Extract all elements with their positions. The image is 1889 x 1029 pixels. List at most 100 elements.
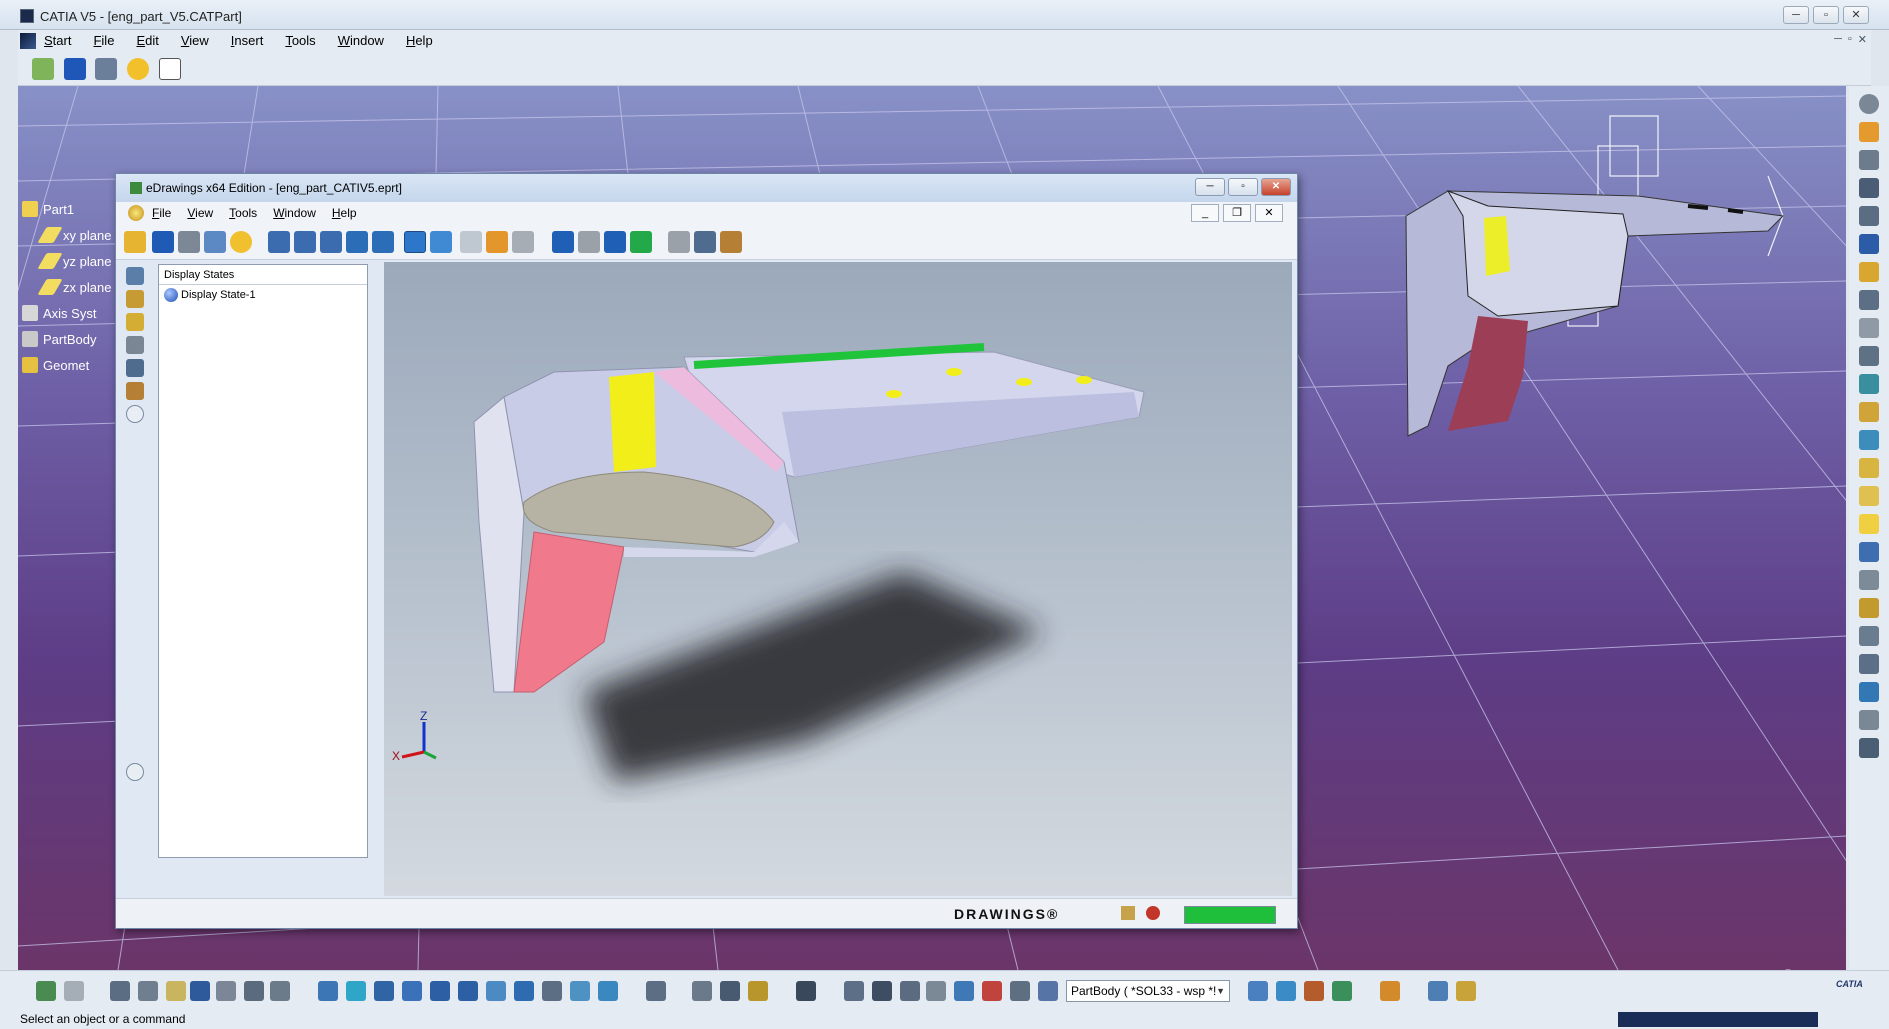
catia-part-model[interactable] (1388, 106, 1808, 446)
surface-icon[interactable] (1248, 981, 1268, 1001)
markup-icon[interactable] (126, 313, 144, 331)
shading-icon[interactable] (542, 981, 562, 1001)
update-icon[interactable] (646, 981, 666, 1001)
pattern-icon[interactable] (1859, 626, 1879, 646)
mirror-icon[interactable] (1859, 598, 1879, 618)
loft-icon[interactable] (1859, 402, 1879, 422)
pad-icon[interactable] (1859, 178, 1879, 198)
mass-icon[interactable] (748, 981, 768, 1001)
swap-space-icon[interactable] (598, 981, 618, 1001)
material-icon[interactable] (1304, 981, 1324, 1001)
maximize-button[interactable]: ▫ (1813, 6, 1839, 24)
layers-icon[interactable] (1428, 981, 1448, 1001)
plane-view-icon[interactable] (954, 981, 974, 1001)
explode-icon[interactable] (694, 231, 716, 253)
slot-icon[interactable] (1859, 346, 1879, 366)
explode-view-icon[interactable] (126, 359, 144, 377)
sketcher-icon[interactable] (1859, 150, 1879, 170)
fly-mode-icon[interactable] (318, 981, 338, 1001)
new-doc-icon[interactable] (158, 58, 181, 80)
save-icon[interactable] (63, 58, 86, 80)
select-icon[interactable] (460, 231, 482, 253)
apply-icon[interactable] (1332, 981, 1352, 1001)
collapse-icon[interactable] (126, 405, 144, 423)
print-icon[interactable] (178, 231, 200, 253)
expand-icon[interactable] (126, 763, 144, 781)
zoom-in-icon[interactable] (430, 981, 450, 1001)
edw-menu-window[interactable]: Window (273, 206, 316, 220)
measure-icon[interactable] (1859, 682, 1879, 702)
tree-node-xy-plane[interactable]: xy plane (22, 222, 111, 248)
tree-node-axis-system[interactable]: Axis Syst (22, 300, 111, 326)
pan-icon[interactable] (372, 231, 394, 253)
spiral-icon[interactable] (844, 981, 864, 1001)
work-object-icon[interactable] (1038, 981, 1058, 1001)
stop-record-icon[interactable] (1146, 906, 1160, 920)
edw-close-button[interactable]: ✕ (1261, 178, 1291, 196)
fillet-icon[interactable] (1859, 458, 1879, 478)
pan-icon[interactable] (374, 981, 394, 1001)
edw-minimize-button[interactable]: ─ (1195, 178, 1225, 196)
compass-icon[interactable] (1859, 738, 1879, 758)
mdi-restore-button[interactable]: ▫ (1848, 33, 1852, 46)
zoom-icon[interactable] (320, 231, 342, 253)
normal-view-icon[interactable] (486, 981, 506, 1001)
menu-start[interactable]: Start (44, 33, 71, 48)
save-icon[interactable] (152, 231, 174, 253)
undo-icon[interactable] (36, 981, 56, 1001)
measure-icon[interactable] (512, 231, 534, 253)
close-button[interactable]: ✕ (1843, 6, 1869, 24)
sketch-icon[interactable] (32, 58, 54, 80)
formula-icon[interactable] (110, 981, 130, 1001)
edw-menu-help[interactable]: Help (332, 206, 357, 220)
perspective-icon[interactable] (430, 231, 452, 253)
fit-all-icon[interactable] (346, 981, 366, 1001)
menu-insert[interactable]: Insert (231, 33, 264, 48)
tree-node-zx-plane[interactable]: zx plane (22, 274, 111, 300)
stop-icon[interactable] (578, 231, 600, 253)
catalog-icon[interactable] (244, 981, 264, 1001)
components-icon[interactable] (126, 267, 144, 285)
section-icon[interactable] (668, 231, 690, 253)
menu-tools[interactable]: Tools (285, 33, 315, 48)
table-icon[interactable] (190, 981, 210, 1001)
menu-view[interactable]: View (181, 33, 209, 48)
snap-icon[interactable] (982, 981, 1002, 1001)
play-icon[interactable] (630, 231, 652, 253)
measure-item-icon[interactable] (720, 981, 740, 1001)
draft-icon[interactable] (1859, 430, 1879, 450)
chamfer-icon[interactable] (1859, 486, 1879, 506)
edw-maximize-button[interactable]: ▫ (1228, 178, 1258, 196)
select-icon[interactable] (1859, 122, 1879, 142)
tree-expand-icon[interactable] (216, 981, 236, 1001)
globe-icon[interactable] (872, 981, 892, 1001)
rib-icon[interactable] (1859, 318, 1879, 338)
zoom-fit-icon[interactable] (268, 231, 290, 253)
grid-icon[interactable] (1859, 710, 1879, 730)
stiffener-icon[interactable] (1859, 374, 1879, 394)
edrawings-3d-view[interactable]: Z X (384, 262, 1292, 896)
section-view-icon[interactable] (126, 336, 144, 354)
shaft-icon[interactable] (1859, 234, 1879, 254)
hole-icon[interactable] (1859, 290, 1879, 310)
parameters-icon[interactable] (270, 981, 290, 1001)
shaded-icon[interactable] (404, 231, 426, 253)
rotate-icon[interactable] (346, 231, 368, 253)
home-icon[interactable] (486, 231, 508, 253)
save-all-icon[interactable] (95, 58, 118, 80)
camera-icon[interactable] (796, 981, 816, 1001)
decimal-icon[interactable] (926, 981, 946, 1001)
tree-node-part1[interactable]: Part1 (22, 196, 111, 222)
brush-icon[interactable] (1380, 981, 1400, 1001)
menu-file[interactable]: File (93, 33, 114, 48)
pocket-icon[interactable] (1859, 206, 1879, 226)
shell-icon[interactable] (1859, 514, 1879, 534)
hide-show-icon[interactable] (570, 981, 590, 1001)
rotate-icon[interactable] (402, 981, 422, 1001)
markup-pencil-icon[interactable] (1121, 906, 1135, 920)
list-icon[interactable] (1010, 981, 1030, 1001)
help-icon[interactable] (230, 231, 252, 253)
edrawings-part-model[interactable]: Z X (384, 262, 1292, 896)
thickness-icon[interactable] (1859, 542, 1879, 562)
iso-view-icon[interactable] (514, 981, 534, 1001)
